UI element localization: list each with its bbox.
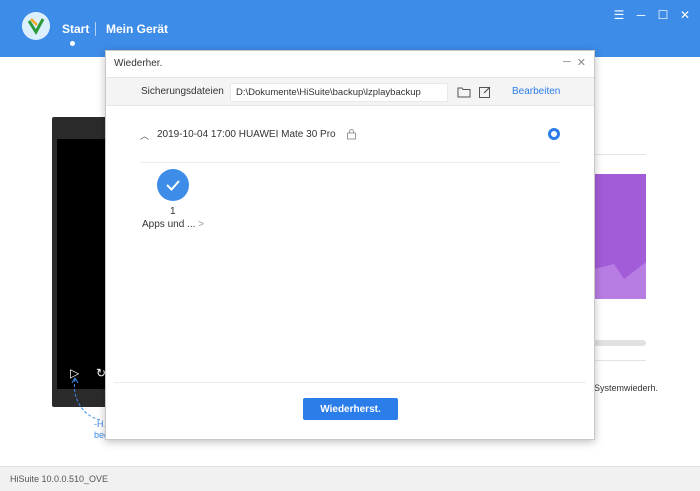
apps-label-text: Apps und ... (142, 219, 196, 230)
chevron-up-icon[interactable]: ︿ (140, 129, 149, 142)
app-header: Start Mein Gerät ☰ ─ ☐ ✕ (0, 0, 700, 57)
nav-tab-my-device[interactable]: Mein Gerät (106, 22, 168, 36)
divider (140, 162, 560, 163)
minimize-icon[interactable]: ─ (634, 8, 648, 22)
divider (114, 382, 586, 383)
phone-screen (57, 139, 111, 389)
chevron-right-icon: > (198, 219, 204, 230)
divider (594, 360, 646, 361)
lock-icon (347, 129, 356, 140)
hint-arrow-icon (71, 377, 101, 421)
nav-tab-start[interactable]: Start (62, 22, 89, 36)
status-bar: HiSuite 10.0.0.510_OVE (0, 466, 700, 491)
version-label: HiSuite 10.0.0.510_OVE (10, 474, 109, 484)
folder-icon[interactable] (457, 85, 471, 99)
window-controls: ☰ ─ ☐ ✕ (612, 8, 692, 22)
apps-count: 1 (170, 206, 176, 217)
backup-files-label: Sicherungsdateien (141, 86, 224, 97)
apps-check-button[interactable] (157, 169, 189, 201)
dialog-title: Wiederher. (114, 58, 163, 69)
close-icon[interactable]: ✕ (577, 56, 586, 69)
restore-dialog: Wiederher. ─ ✕ Sicherungsdateien D:\Doku… (105, 50, 595, 440)
backup-path-toolbar: Sicherungsdateien D:\Dokumente\HiSuite\b… (106, 77, 594, 106)
feature-card[interactable] (594, 174, 646, 299)
close-icon[interactable]: ✕ (678, 8, 692, 22)
system-restore-label[interactable]: Systemwiederh. (594, 383, 658, 393)
nav-separator (95, 22, 96, 36)
hisuite-logo (22, 12, 50, 40)
dialog-controls: ─ ✕ (563, 56, 586, 69)
menu-icon[interactable]: ☰ (612, 8, 626, 22)
backup-entry-label[interactable]: 2019-10-04 17:00 HUAWEI Mate 30 Pro (157, 129, 336, 140)
divider (594, 154, 646, 155)
minimize-icon[interactable]: ─ (563, 56, 571, 69)
active-tab-indicator (70, 41, 75, 46)
restore-button[interactable]: Wiederherst. (303, 398, 398, 420)
backup-path-field[interactable]: D:\Dokumente\HiSuite\backup\lzplaybackup (230, 83, 448, 102)
progress-bar (594, 340, 646, 346)
backup-select-radio[interactable] (548, 128, 560, 140)
edit-icon[interactable] (478, 85, 492, 99)
edit-link[interactable]: Bearbeiten (512, 86, 560, 97)
apps-label[interactable]: Apps und ... > (142, 219, 204, 230)
maximize-icon[interactable]: ☐ (656, 8, 670, 22)
